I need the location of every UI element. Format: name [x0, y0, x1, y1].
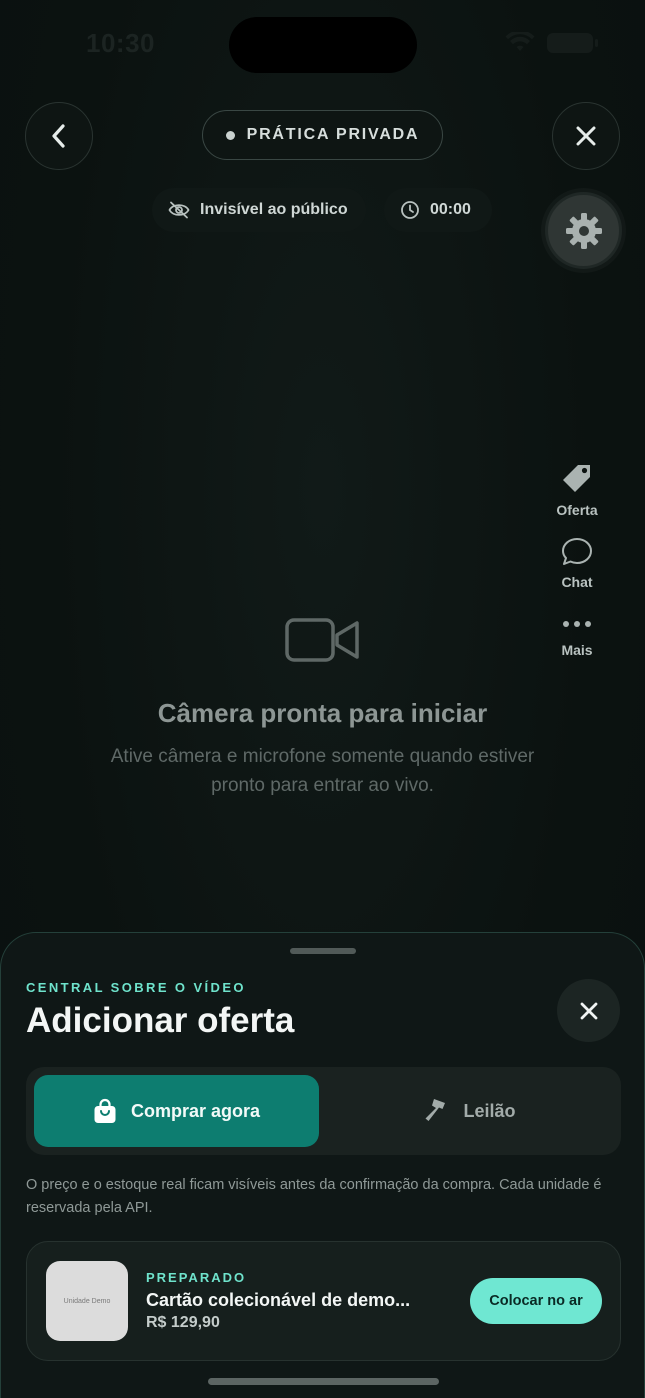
close-icon — [576, 126, 596, 146]
more-rail-button[interactable]: Mais — [548, 612, 606, 658]
more-rail-label: Mais — [561, 642, 593, 658]
offer-type-segmented-control: Comprar agora Leilão — [26, 1067, 621, 1155]
close-button[interactable] — [552, 102, 620, 170]
timer-value: 00:00 — [430, 201, 471, 218]
battery-icon — [547, 33, 598, 53]
tag-icon — [563, 465, 590, 492]
wifi-icon — [505, 32, 535, 51]
chat-rail-label: Chat — [561, 574, 593, 590]
settings-button[interactable] — [545, 192, 622, 269]
more-icon — [563, 621, 591, 627]
sheet-grabber[interactable] — [290, 948, 356, 954]
offer-rail-label: Oferta — [556, 502, 598, 518]
product-thumbnail-label: Unidade Demo — [63, 1297, 111, 1305]
clock-icon — [401, 201, 419, 219]
offer-rail-button[interactable]: Oferta — [548, 462, 606, 518]
product-status: PREPARADO — [146, 1270, 247, 1285]
status-icons — [505, 32, 598, 54]
visibility-chip: Invisível ao público — [152, 188, 366, 232]
status-time: 10:30 — [86, 28, 155, 58]
sheet-close-button[interactable] — [557, 979, 620, 1042]
add-offer-sheet: CENTRAL SOBRE O VÍDEO Adicionar oferta C… — [0, 932, 645, 1398]
sheet-note: O preço e o estoque real ficam visíveis … — [26, 1177, 602, 1216]
close-icon — [580, 1002, 597, 1019]
product-card[interactable]: Unidade Demo PREPARADO Cartão colecionáv… — [26, 1241, 621, 1361]
dynamic-island — [229, 17, 417, 73]
chat-rail-button[interactable]: Chat — [548, 536, 606, 590]
sheet-title: Adicionar oferta — [26, 1001, 295, 1040]
product-thumbnail: Unidade Demo — [46, 1261, 128, 1341]
camera-ready-subtitle: Ative câmera e microfone somente quando … — [110, 746, 535, 796]
gear-icon — [565, 212, 602, 249]
chevron-left-icon — [52, 124, 65, 148]
home-indicator[interactable] — [208, 1378, 439, 1385]
hammer-icon — [425, 1099, 446, 1121]
status-dot — [225, 130, 235, 140]
mode-label: PRÁTICA PRIVADA — [246, 126, 420, 143]
go-live-button[interactable]: Colocar no ar — [470, 1278, 602, 1324]
chat-icon — [562, 538, 592, 565]
eye-off-icon — [168, 201, 190, 219]
shopping-bag-icon — [94, 1098, 116, 1123]
visibility-label: Invisível ao público — [200, 201, 348, 218]
tab-auction[interactable]: Leilão — [326, 1075, 613, 1147]
tab-auction-label: Leilão — [463, 1100, 516, 1121]
tab-buy-now[interactable]: Comprar agora — [34, 1075, 319, 1147]
live-screen: 10:30 PRÁTICA PRIVADA Invisível ao públi… — [0, 0, 645, 1398]
video-camera-icon — [285, 618, 359, 662]
product-price: R$ 129,90 — [146, 1314, 220, 1331]
sheet-eyebrow: CENTRAL SOBRE O VÍDEO — [26, 980, 246, 995]
back-button[interactable] — [25, 102, 93, 170]
tab-buy-now-label: Comprar agora — [130, 1100, 261, 1121]
product-name: Cartão colecionável de demo... — [146, 1290, 411, 1310]
private-practice-badge[interactable]: PRÁTICA PRIVADA — [202, 110, 443, 160]
timer-chip: 00:00 — [384, 188, 492, 232]
camera-ready-title: Câmera pronta para iniciar — [157, 698, 488, 728]
